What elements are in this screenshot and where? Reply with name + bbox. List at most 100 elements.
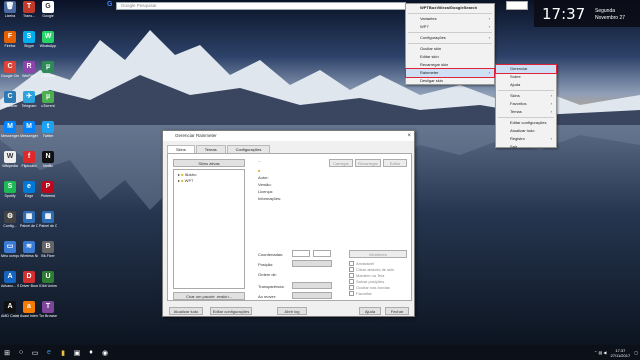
desktop-icon[interactable]: N Netflix — [39, 151, 57, 168]
tray-clock[interactable]: 17:37 27/11/2017 — [610, 348, 630, 358]
help-button[interactable]: Ajuda — [359, 307, 381, 315]
checkbox-save-position[interactable]: Salvar posições — [349, 279, 384, 284]
tab-temas[interactable]: Temas — [195, 145, 226, 153]
tree-item-illustro[interactable]: ▸ ■ Illustro — [178, 172, 196, 177]
menu-item-skins[interactable]: Skins › — [496, 92, 556, 100]
checkbox-keep-on-screen[interactable]: Mantém na Tela — [349, 273, 384, 278]
desktop-icon[interactable]: ▦Painel de Controle — [20, 211, 38, 228]
menu-item-sair[interactable]: Sair — [496, 143, 556, 151]
desktop-icon[interactable]: aAvast Intern... — [20, 301, 38, 318]
desktop-icon[interactable]: f Flipboard — [20, 151, 38, 168]
store-icon[interactable]: ▣ — [70, 345, 84, 360]
desktop-icon[interactable]: UIObit Uninstal... — [39, 271, 57, 288]
desktop-icon[interactable]: P Pinterest — [39, 181, 57, 198]
desktop-icon[interactable]: T Tor Browser — [39, 301, 57, 318]
desktop-icon[interactable]: ✈ Telegram — [20, 91, 38, 108]
desktop-icon[interactable]: 🗑 Lixeira — [1, 1, 19, 18]
open-log-button[interactable]: Abrir log — [277, 307, 307, 315]
desktop-icon[interactable]: T Trans... — [20, 1, 38, 18]
desktop-icon[interactable]: G Google — [39, 1, 57, 18]
desktop-icon[interactable]: AAMD Catalys... — [1, 301, 19, 318]
close-icon[interactable]: × — [407, 131, 411, 141]
menu-item-variantes[interactable]: Variantes › — [406, 15, 494, 23]
on-hover-select[interactable] — [292, 292, 332, 299]
desktop-icon[interactable]: F Firefox — [1, 31, 19, 48]
desktop-icon[interactable]: C CCleaner — [1, 91, 19, 108]
desktop-icon[interactable]: S Spotify — [1, 181, 19, 198]
desktop-icon[interactable]: t Twitter — [39, 121, 57, 138]
create-package-button[interactable]: Criar um pacote .rmskin... — [173, 292, 245, 300]
menu-item-favoritos[interactable]: Favoritos › — [496, 100, 556, 108]
checkbox-draggable[interactable]: Arrastável — [349, 261, 374, 266]
edge-icon[interactable]: e — [42, 345, 56, 360]
checkbox-click-through[interactable]: Clicar através de skin — [349, 267, 394, 272]
tab-skins[interactable]: Skins — [167, 145, 195, 153]
desktop-icon[interactable]: ▭Meu compu... — [1, 241, 19, 258]
desktop-icon[interactable]: ▦Painel de Controle — [39, 211, 57, 228]
desktop-icon[interactable]: W Wikipedia — [1, 151, 19, 168]
menu-item-temas[interactable]: Temas › — [496, 108, 556, 116]
desktop-icon[interactable]: AAdvanc... System... — [1, 271, 19, 288]
coord-y-input[interactable] — [313, 250, 331, 257]
chevron-up-icon[interactable]: ⌃ — [594, 350, 597, 355]
active-skins-button[interactable]: Skins ativas — [173, 159, 245, 167]
desktop-icon[interactable]: B Bit-Fixer — [39, 241, 57, 258]
checkbox-snap-edges[interactable]: Ocultar nas bordas — [349, 285, 390, 290]
menu-item-ocultar-skin[interactable]: Ocultar skin — [406, 45, 494, 53]
desktop-icon[interactable]: W WhatsApp — [39, 31, 57, 48]
app-icon: µ — [42, 61, 54, 73]
tree-item-wp7[interactable]: ▸ ■ WP7 — [178, 178, 193, 183]
desktop-icon[interactable]: ⚙ Config... — [1, 211, 19, 228]
desktop-icon[interactable]: µ uTorrent — [39, 61, 57, 78]
desktop-icon[interactable]: M Messenger — [20, 121, 38, 138]
context-menu: WPTBoxVilleza/GoogleSearch Variantes › WP… — [405, 3, 495, 85]
close-button[interactable]: Fechar — [385, 307, 409, 315]
start-icon[interactable]: ⊞ — [0, 345, 14, 360]
coord-x-input[interactable] — [292, 250, 310, 257]
task-view-icon[interactable]: ▭ — [28, 345, 42, 360]
display-button[interactable]: Monitores — [349, 250, 407, 258]
edit-button[interactable]: Editar — [383, 159, 407, 167]
menu-item-atualizar-tudo[interactable]: Atualizar tudo — [496, 127, 556, 135]
transparency-select[interactable] — [292, 282, 332, 289]
window-titlebar[interactable]: Gerenciar Rainmeter × — [163, 131, 414, 141]
load-button[interactable]: Carregar — [329, 159, 353, 167]
desktop-icon[interactable]: ≋Wireless Netwo... — [20, 241, 38, 258]
clock-widget: 17:37 Segunda Novembro 27 — [534, 0, 640, 27]
position-select[interactable] — [292, 260, 332, 267]
tab-configuracoes[interactable]: Configurações — [226, 145, 271, 153]
network-icon[interactable]: ▤ — [599, 350, 603, 355]
reload-button[interactable]: Recarregar — [355, 159, 381, 167]
google-search-bar[interactable]: G Google Pesquisar — [107, 1, 406, 10]
menu-item-ajuda[interactable]: Ajuda — [496, 81, 556, 89]
menu-item-rainmeter[interactable]: Rainmeter › — [405, 68, 495, 78]
menu-item-configuracoes[interactable]: Configurações › — [406, 34, 494, 42]
folder-icon[interactable]: ▮ — [56, 345, 70, 360]
menu-item-wp7[interactable]: WP7 › — [406, 23, 494, 31]
checkbox-favorite[interactable]: Favoritar — [349, 291, 372, 296]
rainmeter-icon[interactable]: ◉ — [98, 345, 112, 360]
search-buttons[interactable] — [506, 1, 528, 10]
desktop-icon-label: Advanc... System... — [1, 284, 19, 288]
menu-item-registro[interactable]: Registro › — [496, 135, 556, 143]
desktop-icon[interactable]: R WinRAR — [20, 61, 38, 78]
desktop-icon[interactable]: CGoogle Chrome — [1, 61, 19, 78]
skins-tree[interactable]: ▸ ■ Illustro ▸ ■ WP7 — [173, 169, 245, 289]
menu-item-sobre[interactable]: Sobre — [496, 73, 556, 81]
search-icon[interactable]: ○ — [14, 345, 28, 360]
menu-item-desligar-skin[interactable]: Desligar skin — [406, 77, 494, 85]
desktop-icon[interactable]: S Skype — [20, 31, 38, 48]
volume-icon[interactable]: ◀ — [603, 350, 606, 355]
menu-item-gerenciar[interactable]: Gerenciar — [495, 64, 557, 74]
droplet-icon[interactable]: ♦ — [84, 345, 98, 360]
notification-icon[interactable]: ▢ — [634, 350, 638, 355]
menu-item-recarregar-skin[interactable]: Recarregar skin — [406, 61, 494, 69]
desktop-icon[interactable]: M Messenger — [1, 121, 19, 138]
desktop-icon[interactable]: DDriver Booster — [20, 271, 38, 288]
menu-item-editar-configuracoes[interactable]: Editar configurações — [496, 119, 556, 127]
desktop-icon[interactable]: e Edge — [20, 181, 38, 198]
edit-settings-button[interactable]: Editar configurações — [210, 307, 252, 315]
desktop-icon[interactable]: µ uTorrent — [39, 91, 57, 108]
refresh-all-button[interactable]: Atualizar tudo — [169, 307, 203, 315]
menu-item-editar-skin[interactable]: Editar skin — [406, 53, 494, 61]
